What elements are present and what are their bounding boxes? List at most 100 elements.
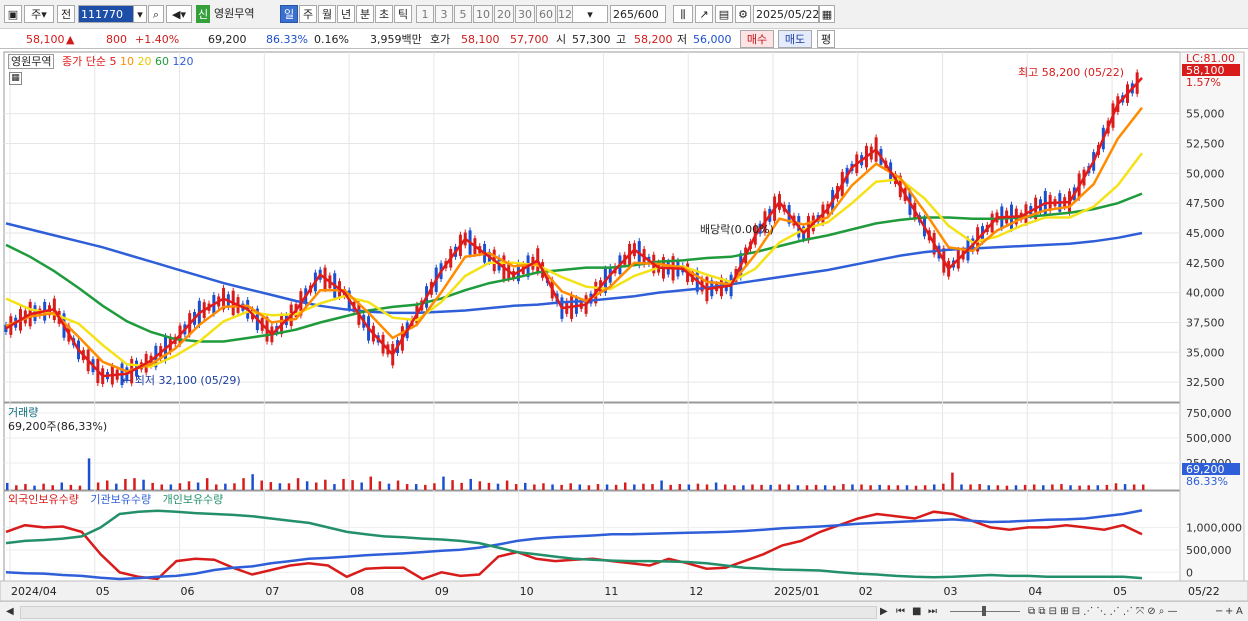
zoom-out-icon[interactable]: − <box>1215 604 1223 619</box>
volume-bar <box>387 483 391 490</box>
volume-bar <box>496 483 500 490</box>
stop-icon[interactable]: ■ <box>912 604 921 619</box>
candle-icon[interactable]: ⫼ <box>673 5 693 23</box>
gear-icon[interactable]: ⚙ <box>735 5 751 23</box>
buy-button[interactable]: 매수 <box>740 30 774 48</box>
interval-6[interactable]: 틱 <box>394 5 412 23</box>
y-tick-label: 42,500 <box>1186 257 1225 270</box>
volume-bar <box>1023 484 1027 490</box>
scroll-right-icon[interactable]: ▶ <box>880 604 888 619</box>
num-button-60[interactable]: 60 <box>536 5 556 23</box>
num-button-5[interactable]: 5 <box>454 5 472 23</box>
last-page-icon[interactable]: ⏭ <box>928 604 937 619</box>
volume-bar <box>842 484 845 490</box>
volume-bar <box>1051 484 1054 490</box>
up-arrow-icon: ▲ <box>66 33 75 46</box>
num-button-10[interactable]: 10 <box>473 5 493 23</box>
grid-toggle-icon[interactable]: ▦ <box>9 72 22 85</box>
zoom-in-icon[interactable]: + <box>1225 604 1233 619</box>
prev-button[interactable]: 전 <box>57 5 75 23</box>
volume-bar <box>823 485 827 490</box>
volume-bar <box>778 484 781 490</box>
x-tick-label: 2024/04 <box>11 585 57 598</box>
price-legend: 영원무역 종가 단순 5 10 20 60 120 <box>8 53 193 69</box>
y-tick-label: 32,500 <box>1186 376 1225 389</box>
date-input[interactable]: 2025/05/22 <box>753 5 819 23</box>
open: 57,300 <box>572 33 611 46</box>
search-icon[interactable]: ⌕ <box>148 5 164 23</box>
volume-bar <box>569 483 572 490</box>
y-tick-label: 52,500 <box>1186 138 1225 151</box>
draw-icon[interactable]: ↗ <box>695 5 713 23</box>
volume-bar <box>196 482 200 490</box>
zoom-thumb[interactable] <box>982 606 986 616</box>
eval-button[interactable]: 평 <box>817 30 835 48</box>
interval-0[interactable]: 일 <box>280 5 298 23</box>
layout-icons[interactable]: ⧉ ⧉ ⊟ ⊞ ⊟ ⋰ ⋱ ⋰ ⋰ ⤧ ⊘ ⌕ — <box>1028 604 1178 619</box>
volume-bar <box>914 485 918 490</box>
count-input[interactable]: 265/600 <box>610 5 666 23</box>
volume-bar <box>15 485 18 490</box>
volume-bar <box>342 478 345 490</box>
code-dropdown-icon[interactable]: ▾ <box>133 5 147 23</box>
x-tick-label: 09 <box>435 585 449 598</box>
legend-ma20: 20 <box>137 55 152 68</box>
volume-bar <box>414 484 418 490</box>
volume-bar <box>478 481 482 490</box>
interval-1[interactable]: 주 <box>299 5 317 23</box>
volume-bar <box>996 485 1000 490</box>
volume-bar <box>215 484 218 490</box>
sell-button[interactable]: 매도 <box>778 30 812 48</box>
chart-svg[interactable]: 2024/04 05 06 07 08 09 10 11 12 2025/01 02 03 04 05 05… <box>0 50 1248 602</box>
volume-bar <box>733 485 736 490</box>
first-page-icon[interactable]: ⏮ <box>896 604 905 619</box>
interval-2[interactable]: 월 <box>318 5 336 23</box>
volume-bar <box>296 478 300 490</box>
x-tick-label: 07 <box>265 585 279 598</box>
volume-bar <box>896 485 900 490</box>
volume-bar <box>887 485 891 490</box>
volume-bar <box>60 482 64 490</box>
volume-bar <box>796 485 800 490</box>
scroll-track[interactable] <box>20 606 877 619</box>
layout-icon[interactable]: ▣ <box>4 5 22 23</box>
volume-bar <box>651 484 654 490</box>
num-button-20[interactable]: 20 <box>494 5 514 23</box>
volume-bar <box>596 484 600 490</box>
x-tick-label: 04 <box>1028 585 1042 598</box>
period-type-select[interactable]: 주▾ <box>24 5 54 23</box>
num-button-1[interactable]: 1 <box>416 5 434 23</box>
volume-bar <box>942 483 945 490</box>
num-button-30[interactable]: 30 <box>515 5 535 23</box>
stock-code-input[interactable]: 111770 <box>78 5 134 23</box>
x-tick-label: 05 <box>96 585 110 598</box>
interval-5[interactable]: 초 <box>375 5 393 23</box>
volume-bar <box>96 482 100 490</box>
volume-bar <box>6 482 9 490</box>
volume-bar <box>514 484 518 490</box>
speaker-icon[interactable]: ◀▾ <box>166 5 192 23</box>
volume-bar <box>42 483 45 490</box>
x-tick-label: 02 <box>859 585 873 598</box>
volume-bar <box>623 482 627 490</box>
volume-bar <box>487 482 491 490</box>
interval-4[interactable]: 분 <box>356 5 374 23</box>
calendar-icon[interactable]: ▦ <box>819 5 835 23</box>
volume-bar <box>360 482 363 490</box>
save-icon[interactable]: ▤ <box>715 5 733 23</box>
volume-bar <box>105 480 109 490</box>
x-tick-label: 05 <box>1113 585 1127 598</box>
x-tick-label: 12 <box>689 585 703 598</box>
low-label: 저 <box>677 33 688 46</box>
volume-bar <box>305 481 309 490</box>
volume-bar <box>142 479 145 490</box>
volume-bar <box>278 483 282 490</box>
count-dropdown[interactable]: ▾ <box>572 5 608 23</box>
hold-tick-label: 500,000 <box>1186 544 1232 557</box>
font-size-icon[interactable]: A <box>1236 604 1243 619</box>
num-button-3[interactable]: 3 <box>435 5 453 23</box>
scroll-left-icon[interactable]: ◀ <box>6 604 14 619</box>
interval-3[interactable]: 년 <box>337 5 355 23</box>
volume-bar <box>660 480 663 490</box>
legend-ma10: 10 <box>119 55 134 68</box>
